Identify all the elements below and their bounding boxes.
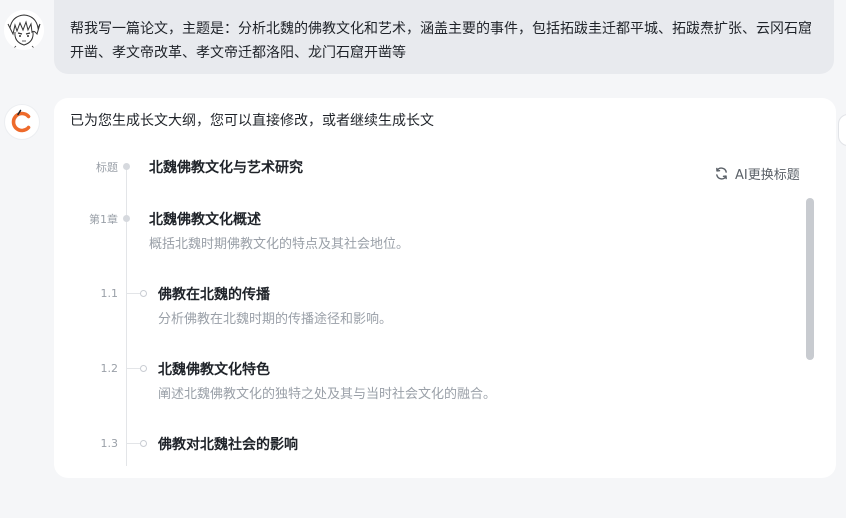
chapter-description[interactable]: 概括北魏时期佛教文化的特点及其社会地位。 bbox=[149, 233, 409, 252]
manga-character-icon bbox=[4, 10, 44, 50]
outline-title-label: 标题 bbox=[96, 161, 118, 174]
section-title[interactable]: 北魏佛教文化特色 bbox=[158, 359, 270, 379]
user-avatar bbox=[4, 10, 44, 50]
section-title[interactable]: 佛教对北魏社会的影响 bbox=[158, 434, 298, 454]
section-description[interactable]: 分析佛教在北魏时期的传播途径和影响。 bbox=[158, 308, 392, 327]
assistant-avatar bbox=[4, 104, 40, 140]
outline-scrollbar[interactable] bbox=[806, 198, 814, 518]
orange-c-logo-icon bbox=[11, 109, 31, 133]
assistant-intro-text: 已为您生成长文大纲，您可以直接修改，或者继续生成长文 bbox=[70, 113, 434, 129]
section-number: 1.3 bbox=[100, 437, 119, 450]
user-message-bubble: 帮我写一篇论文，主题是：分析北魏的佛教文化和艺术，涵盖主要的事件，包括拓跋圭迁都… bbox=[54, 0, 834, 74]
outline-title[interactable]: 北魏佛教文化与艺术研究 bbox=[149, 157, 303, 177]
outline-editor: 标题 北魏佛教文化与艺术研究 第1章 北魏佛教文化概述 概括北魏时期佛教文化的特… bbox=[54, 148, 814, 468]
section-number: 1.2 bbox=[100, 362, 119, 375]
section-title[interactable]: 佛教在北魏的传播 bbox=[158, 284, 270, 304]
timeline-branch bbox=[126, 293, 140, 294]
section-description[interactable]: 阐述北魏佛教文化的独特之处及其与当时社会文化的融合。 bbox=[158, 383, 496, 402]
chapter-label: 第1章 bbox=[89, 213, 118, 226]
outline-timeline-line bbox=[126, 166, 127, 466]
ai-change-title-button[interactable]: AI更换标题 bbox=[714, 162, 800, 184]
user-message-text: 帮我写一篇论文，主题是：分析北魏的佛教文化和艺术，涵盖主要的事件，包括拓跋圭迁都… bbox=[70, 21, 812, 61]
timeline-node bbox=[140, 365, 147, 372]
refresh-icon bbox=[716, 166, 727, 180]
timeline-dot bbox=[123, 163, 130, 170]
timeline-node bbox=[140, 290, 147, 297]
assistant-message-card: 已为您生成长文大纲，您可以直接修改，或者继续生成长文 标题 北魏佛教文化与艺术研… bbox=[54, 98, 836, 478]
timeline-branch bbox=[126, 443, 140, 444]
section-number: 1.1 bbox=[100, 287, 119, 300]
timeline-branch bbox=[126, 368, 140, 369]
timeline-dot bbox=[123, 215, 130, 222]
ai-change-title-label: AI更换标题 bbox=[735, 167, 800, 183]
side-panel-toggle[interactable] bbox=[838, 114, 846, 146]
timeline-node bbox=[140, 440, 147, 447]
scrollbar-thumb[interactable] bbox=[806, 198, 814, 360]
chapter-title[interactable]: 北魏佛教文化概述 bbox=[149, 209, 261, 229]
